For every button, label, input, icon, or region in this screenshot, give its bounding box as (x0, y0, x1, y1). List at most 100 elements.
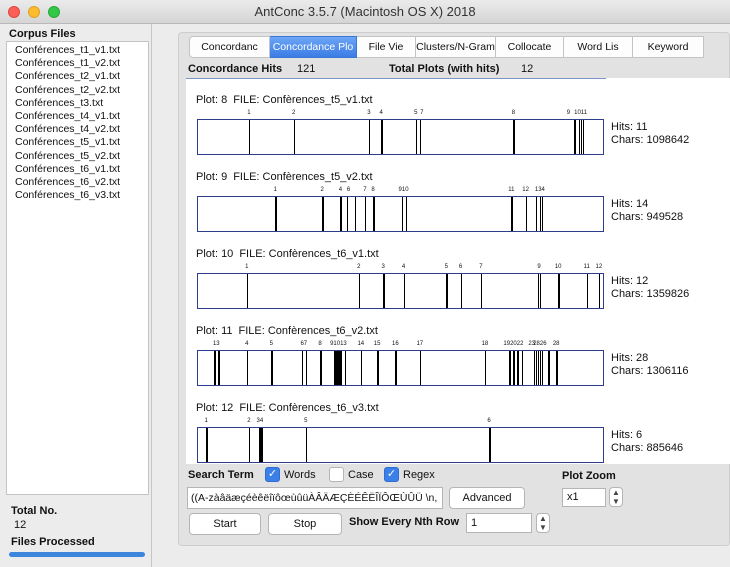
hit-marker[interactable] (525, 197, 528, 231)
corpus-file-item[interactable]: Conférences_t2_v2.txt (15, 84, 148, 97)
corpus-file-item[interactable]: Conférences_t6_v1.txt (15, 163, 148, 176)
hit-marker[interactable] (405, 197, 408, 231)
plot-strip[interactable] (197, 196, 604, 232)
hit-marker[interactable] (322, 197, 324, 231)
corpus-file-item[interactable]: Conférences_t5_v1.txt (15, 136, 148, 149)
hit-marker[interactable] (419, 351, 422, 385)
hit-marker[interactable] (574, 120, 576, 154)
plot-strip[interactable] (197, 273, 604, 309)
corpus-file-item[interactable]: Conférences_t6_v2.txt (15, 176, 148, 189)
hit-marker[interactable] (368, 120, 371, 154)
hit-marker[interactable] (548, 351, 550, 385)
hit-marker[interactable] (586, 274, 589, 308)
hit-marker[interactable] (305, 351, 308, 385)
words-checkbox[interactable]: ✓ (265, 467, 280, 482)
hit-marker[interactable] (246, 274, 249, 308)
hit-marker[interactable] (480, 274, 483, 308)
hit-marker[interactable] (489, 428, 491, 462)
concordance-hits-label: Concordance Hits (188, 63, 283, 75)
tab-clusters-n-gram[interactable]: Clusters/N-Gram (416, 36, 496, 58)
hit-marker[interactable] (248, 120, 251, 154)
advanced-button[interactable]: Advanced (449, 487, 525, 509)
hit-marker[interactable] (558, 274, 560, 308)
concordance-plot-area[interactable]: Plot: 8 FILE: Confèrences_t5_v1.txt 1 2 3 4 5… (186, 78, 730, 464)
hit-marker[interactable] (419, 120, 422, 154)
hit-marker[interactable] (541, 197, 544, 231)
hit-marker[interactable] (305, 428, 308, 462)
tab-concordanc[interactable]: Concordanc (189, 36, 270, 58)
hit-marker[interactable] (214, 351, 216, 385)
hit-marker[interactable] (539, 274, 542, 308)
corpus-file-item[interactable]: Conférences_t5_v2.txt (15, 150, 148, 163)
hit-marker[interactable] (364, 197, 367, 231)
tab-word-lis[interactable]: Word Lis (564, 36, 633, 58)
corpus-file-list[interactable]: Conférences_t1_v1.txt Conférences_t1_v2.t… (6, 41, 149, 495)
hit-marker[interactable] (460, 274, 462, 308)
hit-marker[interactable] (377, 351, 379, 385)
corpus-file-item[interactable]: Conférences_t3.txt (15, 97, 148, 110)
hit-marker[interactable] (511, 197, 513, 231)
nth-row-stepper[interactable]: ▲ ▼ (536, 513, 550, 533)
hit-marker[interactable] (340, 197, 342, 231)
hit-marker[interactable] (513, 351, 515, 385)
hit-marker[interactable] (415, 120, 418, 154)
hit-marker[interactable] (320, 351, 322, 385)
hit-marker[interactable] (582, 120, 585, 154)
hit-marker[interactable] (535, 197, 538, 231)
tab-keyword[interactable]: Keyword (633, 36, 704, 58)
search-term-input[interactable]: ((A-zàâäæçéèêëîïôœùûüÀÂÄÆÇÈÉÊËÎÏÔŒÙÛÜ \n… (187, 487, 443, 509)
hit-marker[interactable] (358, 274, 361, 308)
tab-collocate[interactable]: Collocate (496, 36, 564, 58)
hit-marker[interactable] (509, 351, 511, 385)
hit-marker[interactable] (206, 428, 208, 462)
plot-title: Plot: 11 FILE: Confèrences_t6_v2.txt (196, 325, 378, 337)
hit-marker[interactable] (513, 120, 515, 154)
hit-marker[interactable] (446, 274, 448, 308)
hit-marker[interactable] (344, 351, 347, 385)
hit-marker[interactable] (275, 197, 277, 231)
plot-zoom-stepper[interactable]: ▲ ▼ (609, 487, 623, 507)
corpus-file-item[interactable]: Conférences_t4_v2.txt (15, 123, 148, 136)
hit-marker[interactable] (360, 351, 363, 385)
hit-marker[interactable] (340, 351, 342, 385)
corpus-file-item[interactable]: Conférences_t1_v2.txt (15, 57, 148, 70)
hit-marker[interactable] (218, 351, 220, 385)
hit-marker[interactable] (271, 351, 273, 385)
hit-marker[interactable] (403, 274, 406, 308)
plot-zoom-select[interactable]: x1 (562, 488, 606, 507)
stop-button[interactable]: Stop (268, 513, 342, 535)
hit-marker[interactable] (556, 351, 558, 385)
hit-marker[interactable] (381, 120, 383, 154)
hit-marker[interactable] (401, 197, 403, 231)
hit-marker[interactable] (484, 351, 487, 385)
hit-marker[interactable] (261, 428, 263, 462)
regex-checkbox[interactable]: ✓ (384, 467, 399, 482)
plot-strip[interactable] (197, 119, 604, 155)
hit-marker[interactable] (541, 351, 544, 385)
hit-marker[interactable] (517, 351, 519, 385)
hit-marker[interactable] (346, 197, 349, 231)
hit-index-label: 1 (273, 187, 277, 193)
plot-strip[interactable] (197, 427, 604, 463)
corpus-file-item[interactable]: Conférences_t6_v3.txt (15, 189, 148, 202)
nth-row-input[interactable]: 1 (466, 513, 532, 533)
hit-marker[interactable] (383, 274, 385, 308)
case-checkbox[interactable] (329, 467, 344, 482)
hit-marker[interactable] (301, 351, 304, 385)
hit-marker[interactable] (373, 197, 375, 231)
start-button[interactable]: Start (189, 513, 261, 535)
tab-concordance-plo[interactable]: Concordance Plo (270, 36, 357, 58)
hit-marker[interactable] (598, 274, 601, 308)
hit-marker[interactable] (248, 428, 251, 462)
total-plots-value: 12 (521, 63, 534, 75)
corpus-file-item[interactable]: Conférences_t2_v1.txt (15, 70, 148, 83)
hit-marker[interactable] (395, 351, 397, 385)
tab-file-vie[interactable]: File Vie (357, 36, 416, 58)
hit-marker[interactable] (521, 351, 524, 385)
corpus-file-item[interactable]: Conférences_t4_v1.txt (15, 110, 148, 123)
hit-marker[interactable] (354, 197, 357, 231)
hit-marker[interactable] (293, 120, 296, 154)
plot-strip[interactable] (197, 350, 604, 386)
corpus-file-item[interactable]: Conférences_t1_v1.txt (15, 44, 148, 57)
hit-marker[interactable] (246, 351, 249, 385)
